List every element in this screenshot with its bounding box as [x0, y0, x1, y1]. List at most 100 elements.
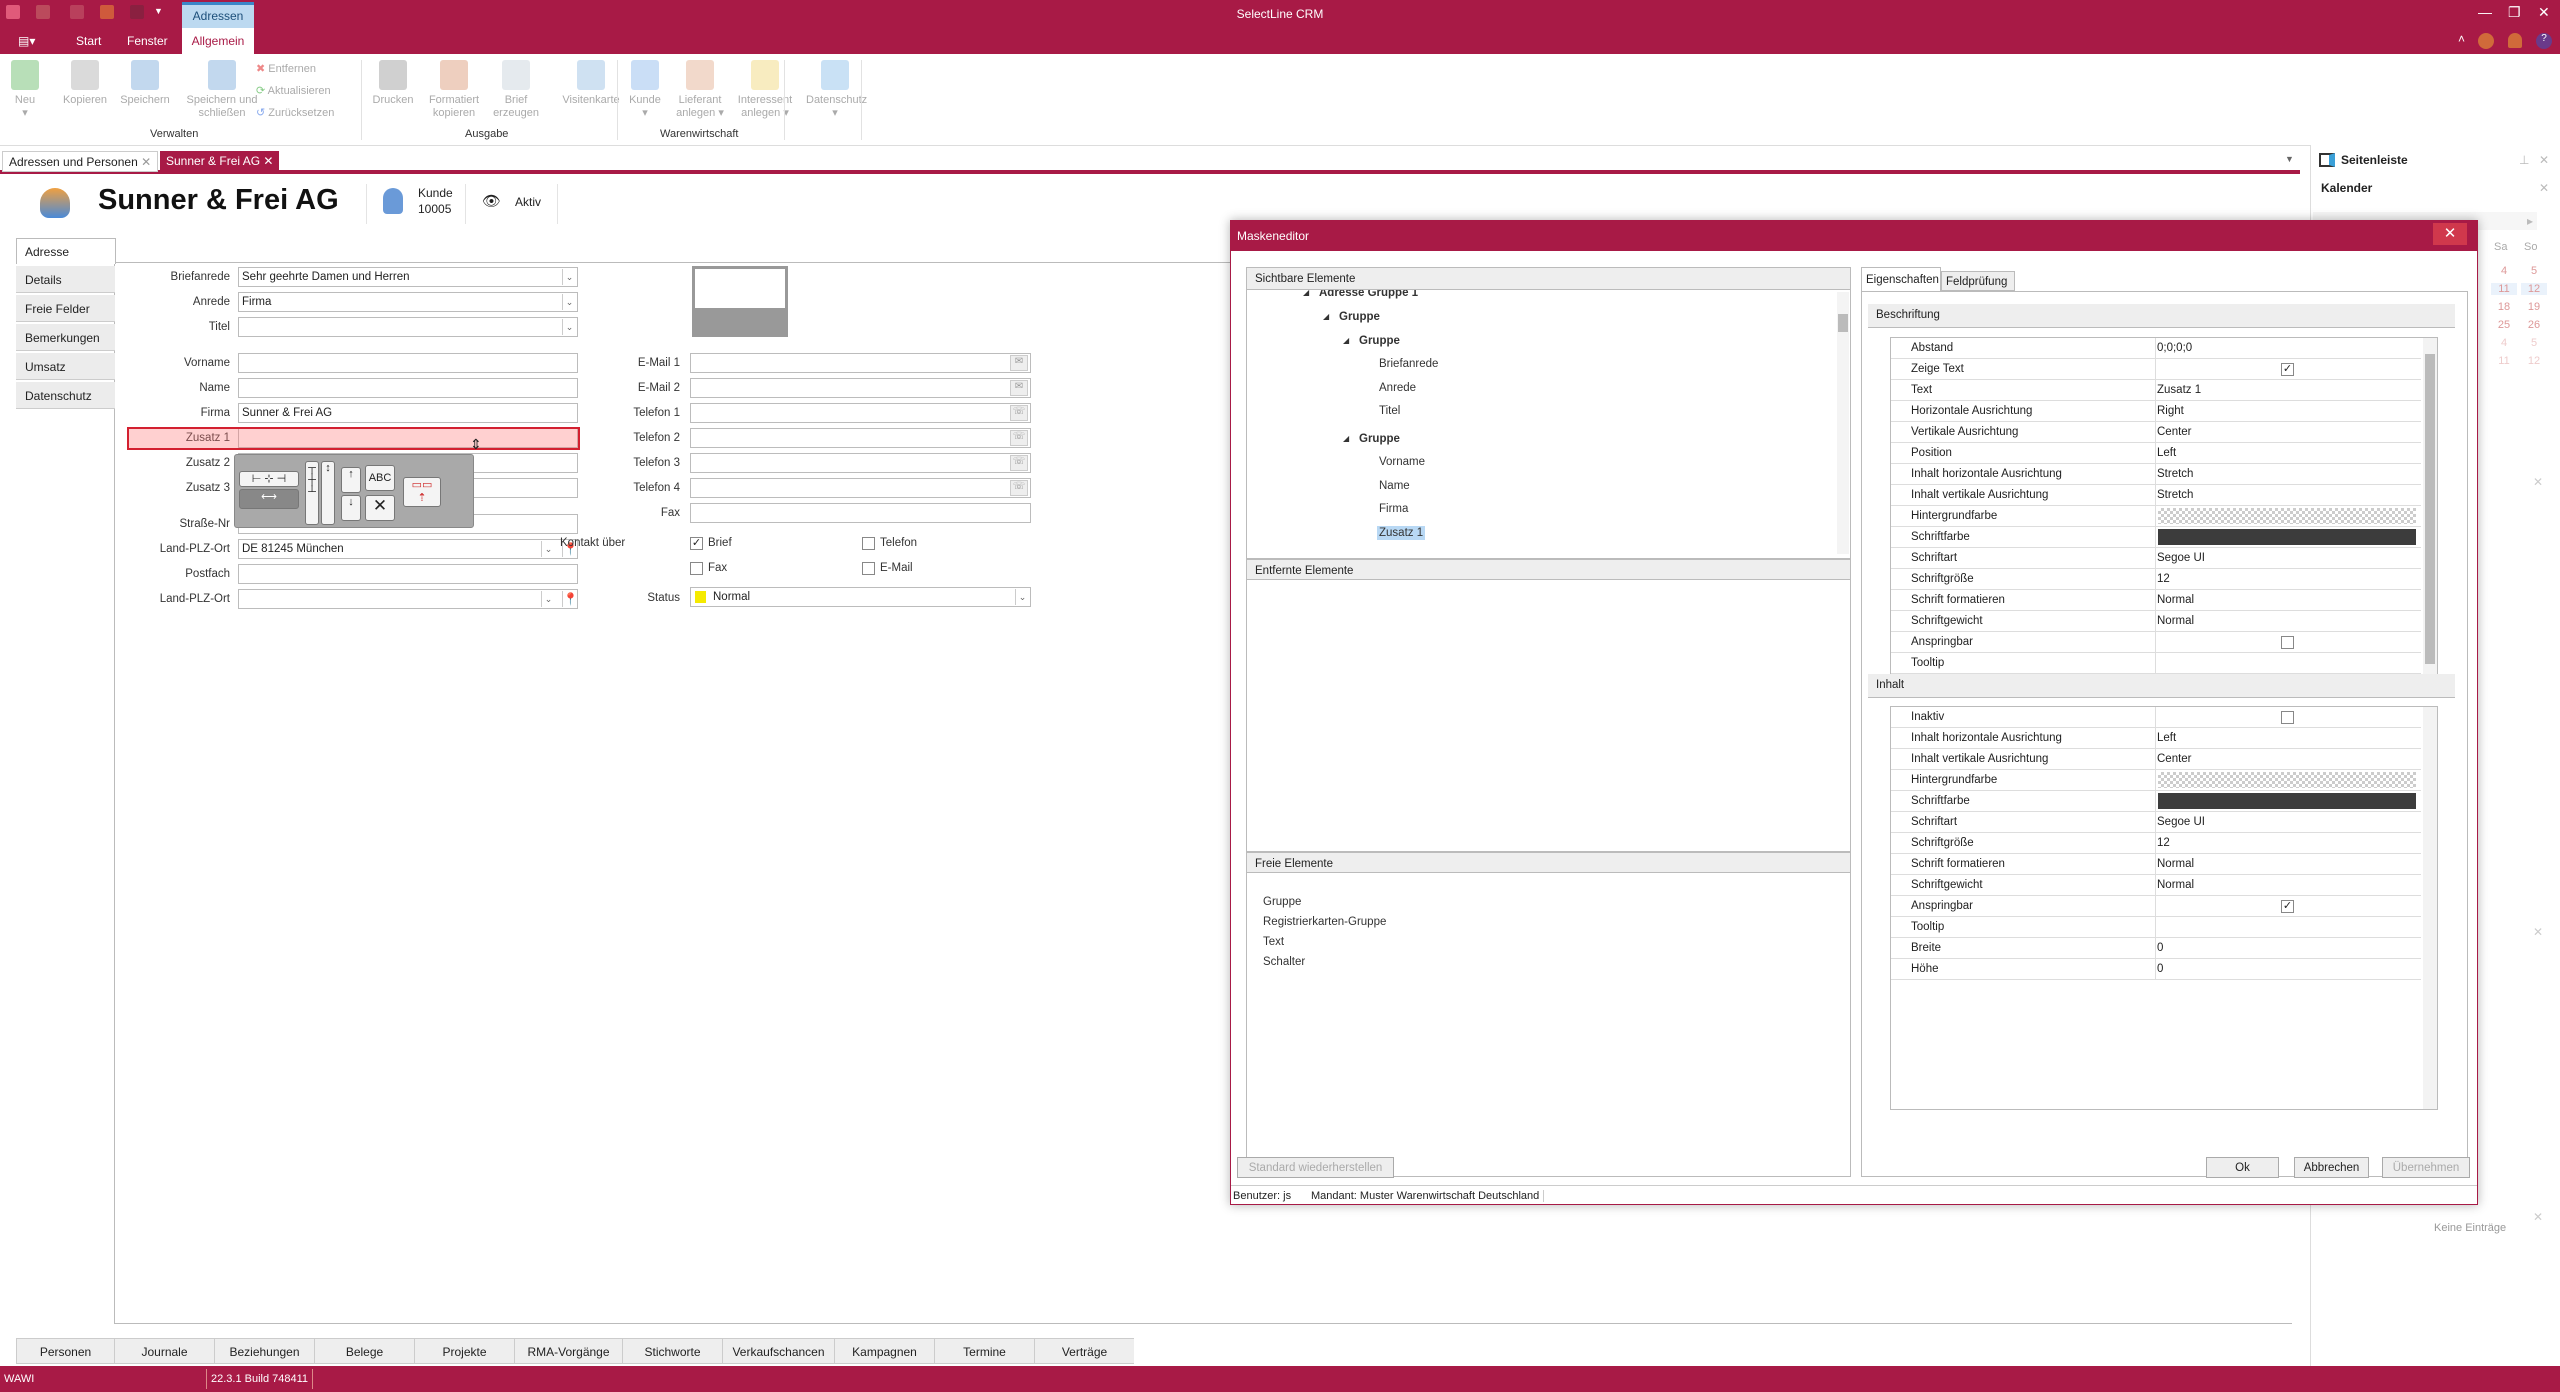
bottom-tab-stichworte[interactable]: Stichworte [622, 1338, 722, 1364]
brief-button[interactable]: Brief erzeugen [490, 60, 542, 120]
property-row[interactable]: Anspringbar [1891, 632, 2421, 653]
tree-item[interactable]: Gruppe [1357, 334, 1402, 348]
dialog-close-button[interactable]: ✕ [2433, 223, 2467, 245]
bottom-tab-belege[interactable]: Belege [314, 1338, 414, 1364]
calendar-day[interactable]: 12 [2521, 283, 2547, 295]
property-value[interactable]: Right [2157, 405, 2184, 417]
input-land-plz-ort[interactable]: DE 81245 München ⌄ 📍 [238, 539, 578, 559]
property-value[interactable]: Normal [2157, 879, 2194, 891]
bottom-tab-projekte[interactable]: Projekte [414, 1338, 514, 1364]
property-checkbox[interactable] [2281, 636, 2294, 649]
cancel-button[interactable]: Abbrechen [2294, 1157, 2369, 1178]
tab-feldpruefung[interactable]: Feldprüfung [1941, 271, 2015, 291]
tree-item[interactable]: Gruppe [1337, 310, 1382, 324]
email-edit-icon[interactable]: ✉ [1010, 355, 1028, 371]
next-month-icon[interactable]: ▸ [2527, 214, 2533, 228]
phone-icon[interactable]: ☏ [1010, 430, 1028, 446]
property-value[interactable]: Normal [2157, 594, 2194, 606]
neu-button[interactable]: Neu ▾ [6, 60, 44, 120]
tree-scrollbar[interactable] [1837, 292, 1849, 554]
input-anrede[interactable]: Firma ⌄ [238, 292, 578, 312]
input-e-mail-2[interactable]: ✉ [690, 378, 1031, 398]
property-row[interactable]: Inhalt horizontale Ausrichtung Stretch [1891, 464, 2421, 485]
picture-placeholder-icon[interactable] [692, 266, 788, 337]
vertical-align-buttons[interactable]: ┬ ┼ ┴ [305, 461, 319, 525]
panel-close-icon[interactable]: ✕ [2533, 925, 2543, 939]
move-down-button[interactable]: ↓ [341, 495, 361, 521]
checkbox-telefon[interactable] [862, 537, 875, 550]
calendar-day[interactable]: 19 [2521, 301, 2547, 313]
checkbox-fax[interactable] [690, 562, 703, 575]
input-briefanrede[interactable]: Sehr geehrte Damen und Herren ⌄ [238, 267, 578, 287]
horizontal-align-buttons[interactable]: ⊢ ⊹ ⊣ [239, 471, 299, 487]
property-row[interactable]: Schriftart Segoe UI [1891, 548, 2421, 569]
property-row[interactable]: Hintergrundfarbe [1891, 506, 2421, 527]
tree-item[interactable]: Vorname [1377, 455, 1427, 469]
kunde-button[interactable]: Kunde ▾ [626, 60, 664, 120]
doc-tab-sunner-frei[interactable]: Sunner & Frei AG ✕ [160, 151, 280, 172]
property-checkbox[interactable]: ✓ [2281, 900, 2294, 913]
property-row[interactable]: Schrift formatieren Normal [1891, 854, 2421, 875]
tree-item[interactable]: Gruppe [1357, 432, 1402, 446]
input-land-plz-ort[interactable]: ⌄ 📍 [238, 589, 578, 609]
input-titel[interactable]: ⌄ [238, 317, 578, 337]
bottom-tab-verträge[interactable]: Verträge [1034, 1338, 1134, 1364]
calendar-day[interactable]: 11 [2491, 355, 2517, 367]
input-telefon-1[interactable]: ☏ [690, 403, 1031, 423]
property-row[interactable]: Tooltip [1891, 653, 2421, 674]
stretch-horizontal-button[interactable]: ⟷ [239, 489, 299, 509]
datenschutz-button[interactable]: Datenschutz ▾ [806, 60, 867, 120]
chevron-down-icon[interactable]: ⌄ [1015, 589, 1029, 605]
property-value[interactable]: Left [2157, 447, 2176, 459]
calendar-day[interactable]: 5 [2521, 337, 2547, 349]
context-tab-adressen[interactable]: Adressen [182, 2, 254, 28]
panel-close-icon[interactable]: ✕ [2533, 1210, 2543, 1224]
calendar-day[interactable]: 12 [2521, 355, 2547, 367]
property-value[interactable]: Center [2157, 426, 2192, 438]
sidebar-close-icon[interactable]: ✕ [2539, 153, 2549, 167]
bottom-tab-termine[interactable]: Termine [934, 1338, 1034, 1364]
calendar-day[interactable]: 5 [2521, 265, 2547, 277]
tab-list-dropdown-icon[interactable]: ▼ [2285, 154, 2294, 164]
property-row[interactable]: Schriftgröße 12 [1891, 833, 2421, 854]
tree-item[interactable]: Briefanrede [1377, 357, 1440, 371]
property-checkbox[interactable] [2281, 711, 2294, 724]
remove-button[interactable]: ✖ Entfernen [256, 62, 316, 75]
property-row[interactable]: Breite 0 [1891, 938, 2421, 959]
active-status[interactable]: Aktiv [515, 195, 541, 209]
move-up-button[interactable]: ↑ [341, 467, 361, 493]
refresh-button[interactable]: ⟳ Aktualisieren [256, 84, 331, 97]
apply-button[interactable]: Übernehmen [2382, 1157, 2470, 1178]
notification-bell-icon[interactable] [2508, 33, 2522, 48]
speichern-und-button[interactable]: Speichern und schließen [186, 60, 258, 120]
close-tab-icon[interactable]: ✕ [141, 155, 151, 169]
bottom-tab-kampagnen[interactable]: Kampagnen [834, 1338, 934, 1364]
tree-item[interactable]: Name [1377, 479, 1412, 493]
property-row[interactable]: Position Left [1891, 443, 2421, 464]
map-pin-icon[interactable]: 📍 [562, 591, 577, 607]
remove-element-button[interactable]: ✕ [365, 495, 395, 521]
input-telefon-4[interactable]: ☏ [690, 478, 1031, 498]
pin-icon[interactable]: ⊥ [2519, 153, 2529, 167]
input-name[interactable] [238, 378, 578, 398]
input-e-mail-1[interactable]: ✉ [690, 353, 1031, 373]
calendar-day[interactable]: 18 [2491, 301, 2517, 313]
resize-handle-icon[interactable]: ⇕ [470, 436, 482, 453]
lieferant-button[interactable]: Lieferant anlegen ▾ [672, 60, 728, 120]
property-row[interactable]: Schriftfarbe [1891, 791, 2421, 812]
chevron-down-icon[interactable]: ⌄ [541, 591, 555, 607]
calendar-day[interactable]: 4 [2491, 337, 2517, 349]
bottom-tab-journale[interactable]: Journale [114, 1338, 214, 1364]
property-scrollbar[interactable] [2423, 338, 2437, 696]
property-row[interactable]: Schriftfarbe [1891, 527, 2421, 548]
free-element-item[interactable]: Registrierkarten-Gruppe [1263, 916, 1386, 928]
input-telefon-2[interactable]: ☏ [690, 428, 1031, 448]
property-row[interactable]: Schriftgewicht Normal [1891, 611, 2421, 632]
toggle-caption-button[interactable]: ABC [365, 465, 395, 491]
input-vorname[interactable] [238, 353, 578, 373]
property-row[interactable]: Hintergrundfarbe [1891, 770, 2421, 791]
side-tab-umsatz[interactable]: Umsatz [16, 353, 115, 380]
property-value[interactable]: Normal [2157, 615, 2194, 627]
input-firma[interactable]: Sunner & Frei AG [238, 403, 578, 423]
status-select[interactable]: Normal ⌄ [690, 587, 1031, 607]
